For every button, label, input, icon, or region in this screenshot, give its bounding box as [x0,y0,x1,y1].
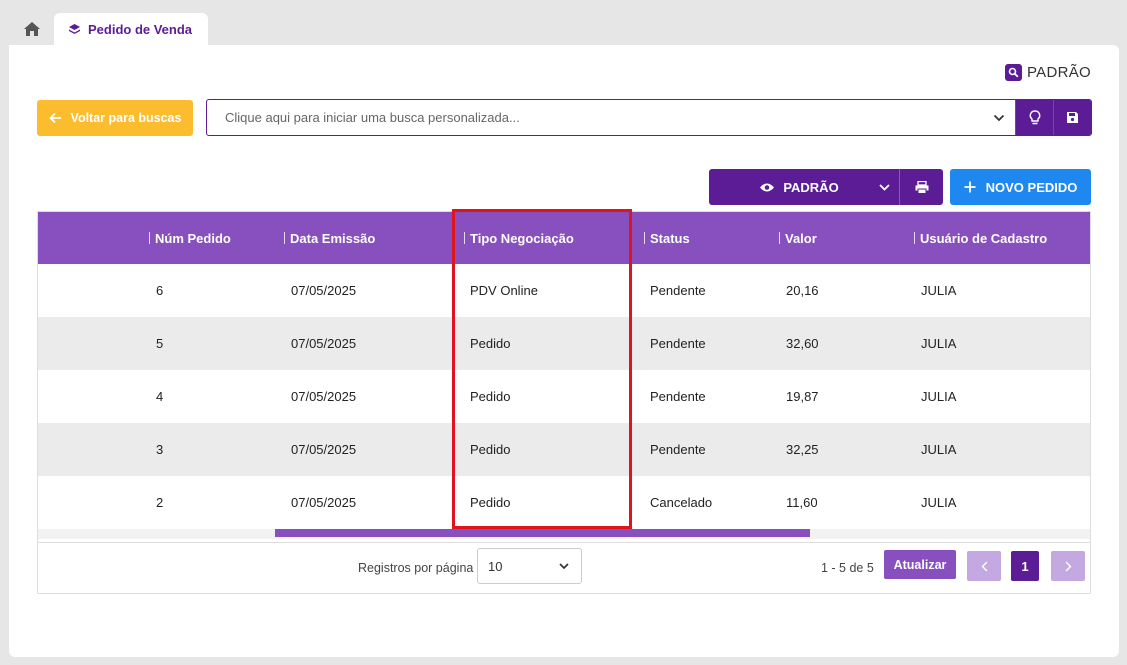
cell-data: 07/05/2025 [291,283,357,298]
custom-search-bar[interactable]: Clique aqui para iniciar uma busca perso… [206,99,1092,136]
chevron-down-icon [878,183,890,191]
cell-status: Pendente [650,389,706,404]
cell-status: Cancelado [650,495,713,510]
view-dropdown-button[interactable] [869,169,899,205]
cell-usuario: JULIA [921,495,957,510]
cell-usuario: JULIA [921,389,957,404]
print-button[interactable] [899,169,943,205]
cell-tipo: Pedido [470,495,511,510]
cell-valor: 32,60 [786,336,819,351]
column-header-num-pedido[interactable]: Núm Pedido [149,212,231,264]
cell-status: Pendente [650,442,706,457]
lightbulb-icon [1029,109,1040,124]
next-page-button[interactable] [1051,551,1085,581]
scrollbar-thumb[interactable] [275,529,810,537]
column-header-data-emissao[interactable]: Data Emissão [284,212,375,264]
cell-data: 07/05/2025 [291,389,357,404]
table-toolbar: PADRÃO NOVO PEDIDO [709,169,1091,205]
cell-tipo: PDV Online [470,283,538,298]
chevron-down-icon [559,563,569,569]
back-to-searches-button[interactable]: Voltar para buscas [37,100,193,136]
cell-status: Pendente [650,336,706,351]
cell-num: 4 [156,389,164,404]
rows-per-page-label: Registros por página [358,561,474,575]
cell-num: 6 [156,283,164,298]
chevron-down-icon[interactable] [983,100,1015,135]
eye-icon [760,183,775,191]
cell-usuario: JULIA [921,283,957,298]
previous-page-button[interactable] [967,551,1001,581]
column-header-status[interactable]: Status [644,212,690,264]
cell-num: 2 [156,495,164,510]
rows-per-page-value: 10 [488,558,503,574]
cell-valor: 20,16 [786,283,819,298]
saved-filter-indicator[interactable]: PADRÃO [1004,64,1091,81]
cell-data: 07/05/2025 [291,336,357,351]
new-order-label: NOVO PEDIDO [985,179,1078,195]
cell-tipo: Pedido [470,389,511,404]
back-button-label: Voltar para buscas [70,111,182,125]
horizontal-scrollbar[interactable] [38,529,1090,539]
save-search-button[interactable] [1053,100,1091,135]
tab-home[interactable] [14,14,50,44]
cell-usuario: JULIA [921,442,957,457]
table-row[interactable]: 6 07/05/2025 PDV Online Pendente 20,16 J… [38,264,1090,317]
column-header-tipo-negociacao[interactable]: Tipo Negociação [464,212,574,264]
cell-num: 5 [156,336,164,351]
page-button-current[interactable]: 1 [1011,551,1039,581]
saved-filter-label: PADRÃO [1026,64,1091,81]
cell-tipo: Pedido [470,336,511,351]
table-row[interactable]: 3 07/05/2025 Pedido Pendente 32,25 JULIA [38,423,1090,476]
view-button[interactable]: PADRÃO [709,169,869,205]
home-icon [24,22,40,36]
cell-valor: 32,25 [786,442,819,457]
new-order-button[interactable]: NOVO PEDIDO [950,169,1091,205]
table-row[interactable]: 5 07/05/2025 Pedido Pendente 32,60 JULIA [38,317,1090,370]
orders-table: Núm Pedido Data Emissão Tipo Negociação … [37,211,1091,594]
table-row[interactable]: 2 07/05/2025 Pedido Cancelado 11,60 JULI… [38,476,1090,529]
plus-icon [964,181,976,193]
tab-pedido-de-venda[interactable]: Pedido de Venda [54,13,208,45]
record-range: 1 - 5 de 5 [821,561,874,575]
cell-status: Pendente [650,283,706,298]
main-panel: PADRÃO Voltar para buscas Clique aqui pa… [9,45,1119,657]
search-input[interactable]: Clique aqui para iniciar uma busca perso… [207,100,983,135]
column-header-valor[interactable]: Valor [779,212,817,264]
printer-icon [915,180,928,194]
table-header: Núm Pedido Data Emissão Tipo Negociação … [38,212,1090,264]
search-icon [1004,64,1022,81]
table-row[interactable]: 4 07/05/2025 Pedido Pendente 19,87 JULIA [38,370,1090,423]
tab-label: Pedido de Venda [88,21,193,37]
view-label: PADRÃO [783,179,839,195]
arrow-left-icon [48,112,61,124]
cell-data: 07/05/2025 [291,495,357,510]
cell-valor: 11,60 [786,495,818,510]
cell-usuario: JULIA [921,336,957,351]
chevron-left-icon [981,561,987,571]
lightbulb-button[interactable] [1015,100,1053,135]
cell-valor: 19,87 [786,389,819,404]
refresh-button[interactable]: Atualizar [884,550,956,579]
cell-data: 07/05/2025 [291,442,357,457]
tab-bar: Pedido de Venda [0,0,1127,45]
layers-icon [69,23,80,34]
cell-num: 3 [156,442,164,457]
chevron-right-icon [1065,561,1071,571]
save-icon [1067,112,1078,123]
rows-per-page-select[interactable]: 10 [477,548,582,584]
view-selector[interactable]: PADRÃO [709,169,943,205]
column-header-usuario[interactable]: Usuário de Cadastro [914,212,1047,264]
cell-tipo: Pedido [470,442,511,457]
pagination-bar: Registros por página 10 1 - 5 de 5 Atual… [38,542,1090,594]
